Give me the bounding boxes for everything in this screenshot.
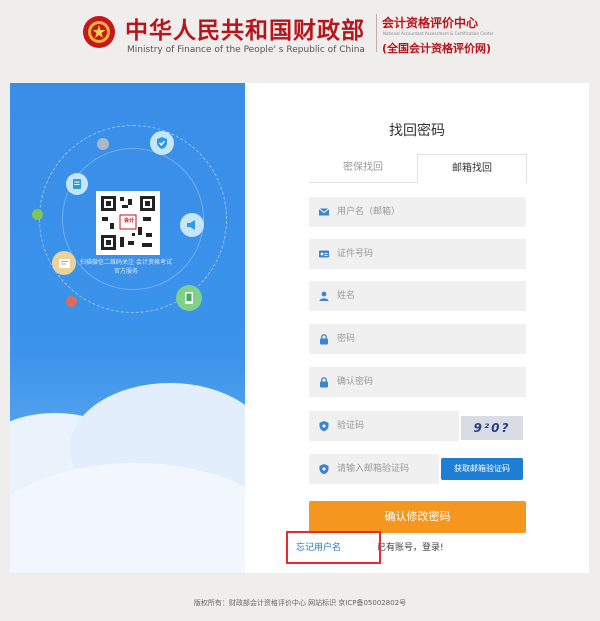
annotation-highlight-box: [286, 531, 381, 564]
decor-dot: [97, 138, 109, 150]
email-code-placeholder: 请输入邮箱验证码: [337, 464, 410, 474]
wechat-qr-code: 会计: [96, 191, 160, 255]
title-divider: [376, 14, 377, 52]
decor-dot: [32, 209, 43, 220]
id-number-placeholder: 证件号码: [337, 249, 374, 259]
name-input[interactable]: 姓名: [309, 281, 526, 311]
name-placeholder: 姓名: [337, 291, 356, 301]
username-input[interactable]: 用户名（邮箱）: [309, 197, 526, 227]
site-header: 中华人民共和国财政部 Ministry of Finance of the Pe…: [0, 0, 600, 70]
lock-icon: [320, 377, 328, 388]
confirm-password-input[interactable]: 确认密码: [309, 367, 526, 397]
password-placeholder: 密码: [337, 334, 356, 344]
site-footer: 版权所有：财政部会计资格评价中心 网站标识 京ICP备05002802号: [193, 599, 407, 607]
login-link[interactable]: 已有账号，登录!: [377, 540, 444, 553]
site-title-en: Ministry of Finance of the People' s Rep…: [127, 45, 365, 55]
captcha-image-text: 9²0?: [473, 421, 511, 435]
get-email-code-button[interactable]: 获取邮箱验证码: [441, 458, 523, 480]
qr-caption: 扫描微信二维码关注 会计资格考试官方服务: [80, 259, 172, 275]
decor-dot: [66, 296, 77, 307]
email-code-input[interactable]: 请输入邮箱验证码: [309, 454, 439, 484]
captcha-image[interactable]: 9²0?: [461, 416, 523, 440]
center-name-en: National Accountant Assessment & Certifi…: [383, 31, 494, 36]
tab-email-recovery[interactable]: 邮箱找回: [417, 154, 527, 183]
certificate-icon: [52, 251, 76, 275]
center-name: 会计资格评价中心: [382, 16, 479, 30]
username-placeholder: 用户名（邮箱）: [337, 207, 401, 217]
national-emblem-icon: [83, 16, 115, 48]
megaphone-icon: [180, 213, 204, 237]
tab-security-question[interactable]: 密保找回: [309, 154, 417, 183]
confirm-change-password-button[interactable]: 确认修改密码: [309, 501, 526, 533]
form-title: 找回密码: [389, 123, 445, 139]
envelope-icon: [318, 208, 330, 216]
cloud-decor: [10, 463, 245, 573]
lock-icon: [320, 334, 328, 345]
site-title: 中华人民共和国财政部: [125, 18, 365, 44]
shield-icon: [319, 421, 329, 432]
center-subtitle: (全国会计资格评价网): [382, 42, 492, 55]
confirm-password-placeholder: 确认密码: [337, 377, 374, 387]
captcha-input[interactable]: 验证码: [309, 411, 459, 441]
user-icon: [319, 291, 329, 301]
shield-check-icon: [150, 131, 174, 155]
id-number-input[interactable]: 证件号码: [309, 239, 526, 269]
id-card-icon: [319, 250, 329, 258]
document-icon: [66, 173, 88, 195]
left-promo-panel: 会计 扫描微信二维码关注 会计资格考试官方服务: [10, 83, 245, 573]
password-input[interactable]: 密码: [309, 324, 526, 354]
mobile-phone-icon: [176, 285, 202, 311]
captcha-placeholder: 验证码: [337, 421, 365, 431]
password-recovery-form: 找回密码 密保找回 邮箱找回 用户名（邮箱） 证件号码 姓名 密码 确认密码 验…: [245, 83, 589, 573]
qr-badge: 会计: [123, 218, 134, 224]
shield-icon: [319, 464, 329, 475]
